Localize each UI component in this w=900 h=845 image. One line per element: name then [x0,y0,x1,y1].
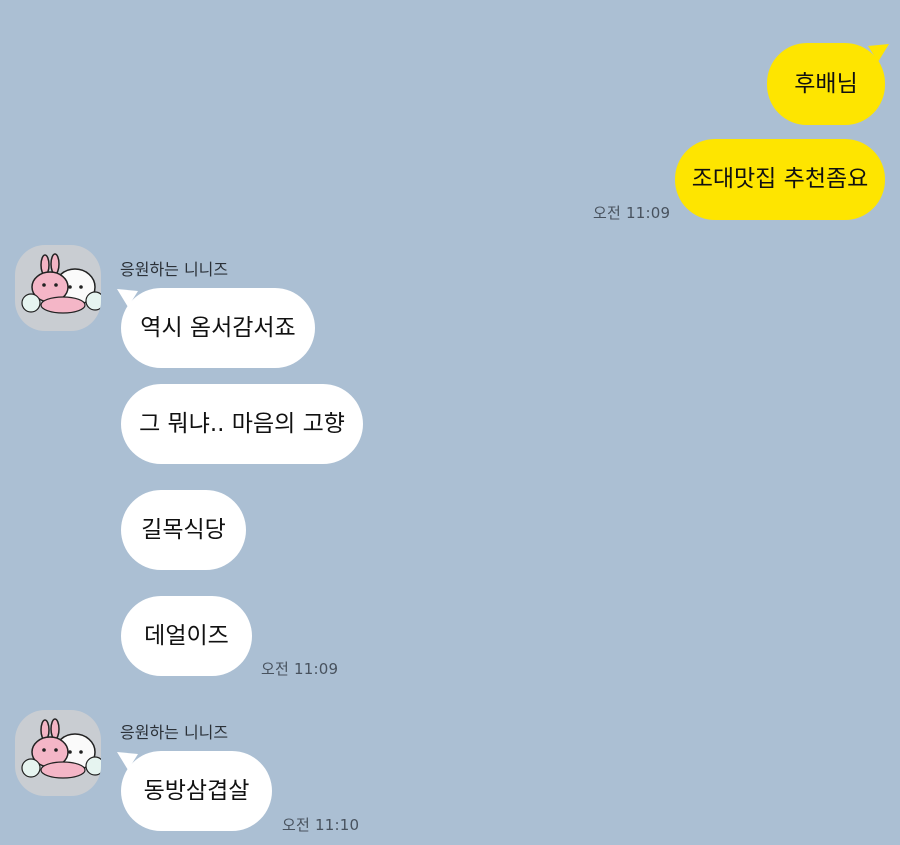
niniz-rabbit-avatar-icon [21,718,101,779]
message-timestamp: 오전 11:09 [261,660,339,678]
received-message-bubble[interactable]: 동방삼겹살 [121,751,272,831]
received-message-bubble[interactable]: 역시 옴서감서죠 [121,288,315,368]
received-message-bubble[interactable]: 데얼이즈 [121,596,252,676]
message-timestamp: 오전 11:09 [593,204,671,222]
sent-message-text: 조대맛집 추천좀요 [691,166,869,192]
avatar[interactable] [15,710,101,796]
received-message-text: 역시 옴서감서죠 [140,314,296,341]
sent-message-bubble[interactable]: 조대맛집 추천좀요 [675,139,885,220]
sender-name: 응원하는 니니즈 [120,723,229,742]
received-message-bubble[interactable]: 길목식당 [121,490,246,570]
received-message-text: 동방삼겹살 [143,777,250,804]
bubble-tail-icon [868,44,889,62]
received-message-bubble[interactable]: 그 뭐냐.. 마음의 고향 [121,384,363,464]
sender-name: 응원하는 니니즈 [120,260,229,279]
avatar[interactable] [15,245,101,331]
received-message-text: 그 뭐냐.. 마음의 고향 [139,410,345,437]
sent-message-text: 후배님 [794,70,858,97]
received-message-text: 길목식당 [141,516,226,543]
message-timestamp: 오전 11:10 [282,816,360,834]
received-message-text: 데얼이즈 [144,622,229,649]
niniz-rabbit-avatar-icon [21,253,101,314]
